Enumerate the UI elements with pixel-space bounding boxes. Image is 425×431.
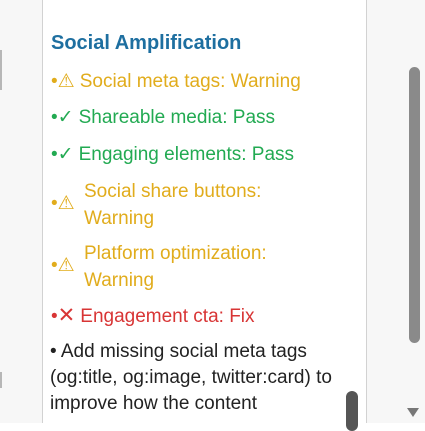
recommendation-text: • Add missing social meta tags (og:title… — [50, 341, 332, 414]
check-platform-optimization: •⚠ Platform optimization: Warning — [51, 240, 351, 296]
check-prefix: •⚠ — [51, 254, 75, 277]
check-label: Social share buttons: Warning — [84, 181, 262, 229]
bullet: • — [51, 255, 58, 276]
warning-icon: ⚠ — [57, 193, 75, 214]
check-label: Engaging elements: Pass — [78, 144, 295, 165]
bullet: • — [51, 193, 58, 214]
check-label: Platform optimization: Warning — [84, 243, 267, 291]
left-pane-marker — [0, 372, 2, 388]
check-label: Shareable media: Pass — [78, 107, 276, 128]
left-pane — [0, 0, 43, 423]
check-shareable-media: •✓ Shareable media: Pass — [51, 105, 275, 131]
left-pane-marker — [0, 50, 2, 90]
warning-icon: ⚠ — [57, 71, 75, 92]
scroll-down-arrow-icon[interactable] — [407, 408, 419, 417]
fix-icon: ✕ — [57, 304, 76, 327]
analysis-panel: Social Amplification •⚠ Social meta tags:… — [43, 0, 366, 423]
check-label: Engagement cta: Fix — [80, 306, 255, 327]
check-engaging-elements: •✓ Engaging elements: Pass — [51, 142, 294, 168]
check-icon: ✓ — [57, 107, 74, 128]
section-title: Social Amplification — [51, 32, 242, 54]
scrollbar-thumb[interactable] — [409, 67, 420, 343]
check-engagement-cta: •✕ Engagement cta: Fix — [51, 303, 255, 330]
bullet: • — [51, 71, 58, 92]
bullet: • — [51, 107, 58, 128]
warning-icon: ⚠ — [57, 255, 75, 276]
check-social-share-buttons: •⚠ Social share buttons: Warning — [51, 178, 351, 234]
check-social-meta-tags: •⚠ Social meta tags: Warning — [51, 69, 301, 95]
bullet: • — [51, 306, 58, 327]
check-prefix: •⚠ — [51, 192, 75, 215]
check-icon: ✓ — [57, 144, 74, 165]
text-scroll-thumb[interactable] — [346, 391, 358, 431]
bullet: • — [51, 144, 58, 165]
check-label: Social meta tags: Warning — [79, 71, 301, 92]
